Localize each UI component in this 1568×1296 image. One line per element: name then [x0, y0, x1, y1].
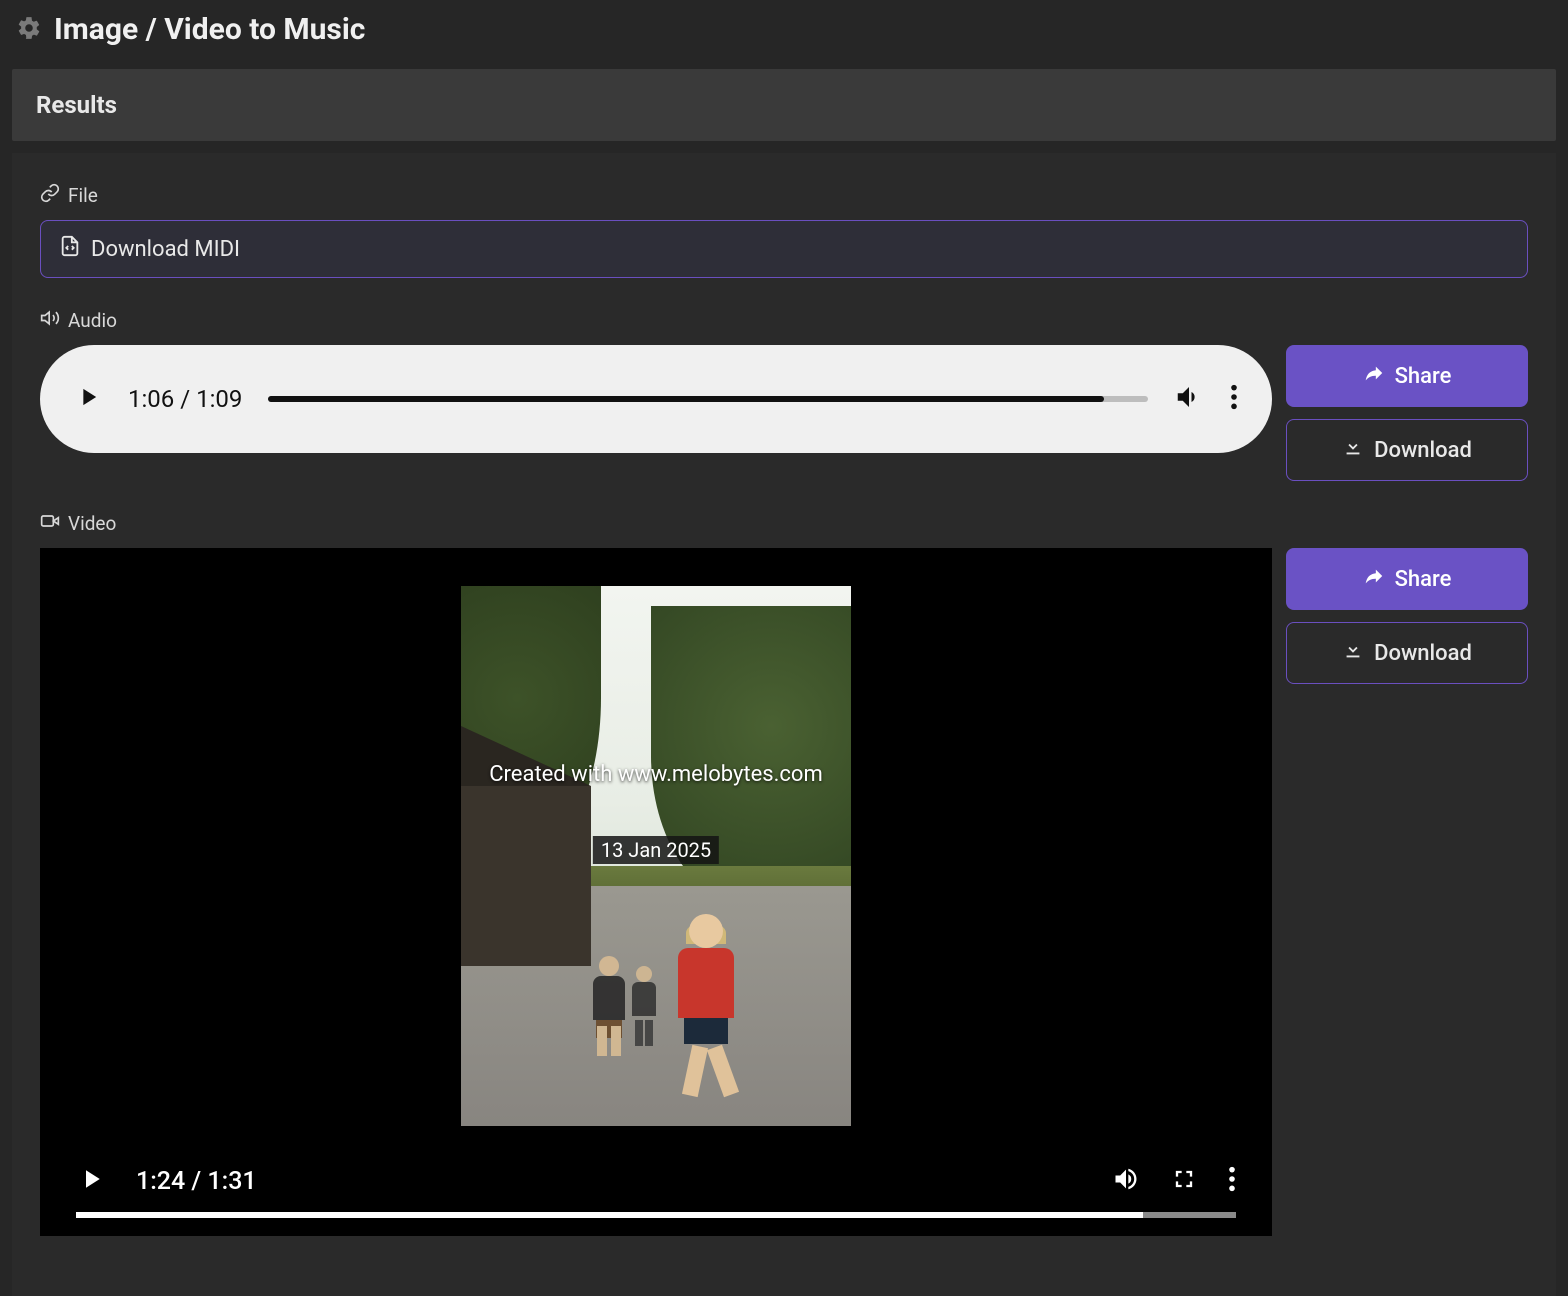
download-midi-button[interactable]: Download MIDI	[40, 220, 1528, 278]
video-download-button[interactable]: Download	[1286, 622, 1528, 684]
audio-time: 1:06 / 1:09	[128, 385, 242, 413]
video-progress[interactable]	[76, 1212, 1236, 1218]
play-icon[interactable]	[76, 1164, 106, 1198]
video-section-label: Video	[40, 511, 1528, 536]
video-controls: 1:24 / 1:31	[40, 1164, 1272, 1212]
video-player[interactable]: Created with www.melobytes.com 13 Jan 20…	[40, 548, 1272, 1236]
video-share-button[interactable]: Share	[1286, 548, 1528, 610]
link-icon	[40, 183, 60, 208]
gear-icon[interactable]	[16, 15, 42, 45]
audio-label: Audio	[68, 309, 117, 332]
share-icon	[1363, 362, 1385, 390]
video-label: Video	[68, 512, 116, 535]
video-frame: Created with www.melobytes.com 13 Jan 20…	[40, 548, 1272, 1164]
share-icon	[1363, 565, 1385, 593]
download-icon	[1342, 436, 1364, 464]
file-label: File	[68, 184, 98, 207]
video-overlay-date: 13 Jan 2025	[593, 836, 719, 864]
download-icon	[1342, 639, 1364, 667]
page-header: Image / Video to Music	[0, 0, 1568, 59]
results-bar: Results	[12, 69, 1556, 141]
audio-progress[interactable]	[268, 396, 1148, 402]
more-icon[interactable]	[1230, 383, 1238, 415]
camera-icon	[40, 511, 60, 536]
audio-player[interactable]: 1:06 / 1:09	[40, 345, 1272, 453]
file-code-icon	[59, 235, 81, 263]
video-time: 1:24 / 1:31	[136, 1167, 257, 1196]
volume-icon[interactable]	[1112, 1165, 1140, 1197]
speaker-icon	[40, 308, 60, 333]
audio-download-button[interactable]: Download	[1286, 419, 1528, 481]
volume-icon[interactable]	[1174, 382, 1204, 416]
content-area: File Download MIDI Audio 1:06 / 1:09	[12, 153, 1556, 1296]
download-midi-label: Download MIDI	[91, 237, 240, 262]
fullscreen-icon[interactable]	[1170, 1165, 1198, 1197]
more-icon[interactable]	[1228, 1165, 1236, 1197]
audio-section-label: Audio	[40, 308, 1528, 333]
video-overlay-watermark: Created with www.melobytes.com	[483, 760, 829, 789]
results-title: Results	[36, 91, 1532, 119]
page-title: Image / Video to Music	[54, 12, 365, 47]
play-icon[interactable]	[74, 383, 102, 415]
file-section-label: File	[40, 183, 1528, 208]
audio-share-button[interactable]: Share	[1286, 345, 1528, 407]
